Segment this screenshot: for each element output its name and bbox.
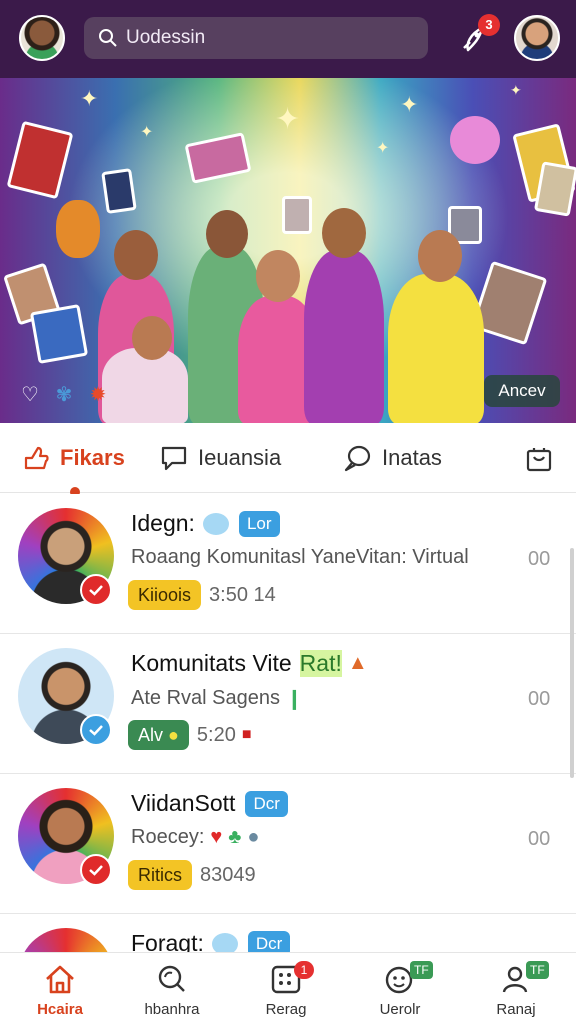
feed-meta: Alv ● 5:20 ■: [128, 720, 252, 750]
nav-label: Rerag: [265, 1001, 307, 1018]
sparkle-icon: ✦: [275, 103, 301, 136]
nav-badge: TF: [526, 961, 549, 979]
search-input[interactable]: Uodessin: [84, 17, 428, 59]
feed-item[interactable]: Idegn: Lor Roaang Komunitasl YaneVitan: …: [0, 494, 576, 634]
nav-badge: 1: [294, 961, 314, 979]
nav-label: Hcaira: [37, 1001, 83, 1018]
feed-item[interactable]: ViidanSott Dcr Roecey: ♥ ♣ ● 00 Ritics 8…: [0, 774, 576, 914]
tab-label: Ieuansia: [198, 445, 282, 470]
timestamp: 3:50 14: [209, 583, 276, 606]
feed-meta: Ritics 83049: [128, 860, 256, 890]
person-head: [418, 230, 462, 282]
gift-icon: ■: [241, 726, 252, 743]
sparkle-icon: ✦: [400, 92, 419, 117]
search-icon: [158, 965, 185, 992]
sparkle-icon: ✦: [140, 124, 154, 141]
hand-icon: [24, 446, 49, 470]
scrollbar[interactable]: [570, 548, 574, 778]
person-head: [132, 316, 172, 360]
person-head: [206, 210, 248, 258]
feed-item[interactable]: Komunitats Vite Rat! ▲ Ate Rval Sagens ❙…: [0, 634, 576, 774]
chat-bubble-icon: [161, 446, 187, 471]
feed-subtitle: Ate Rval Sagens ❙: [131, 687, 303, 710]
person-head: [256, 250, 300, 302]
nav-label: Uerolr: [379, 1001, 421, 1018]
timestamp: 83049: [200, 863, 256, 886]
balloon-toy: [450, 116, 500, 164]
floating-card: [29, 304, 89, 364]
face-emoji-icon: ●: [247, 826, 260, 848]
status-badge: Lor: [238, 510, 280, 537]
home-icon: [46, 965, 74, 994]
category-pill[interactable]: Ritics: [128, 860, 192, 890]
hero-reaction-icons: ♡ ✾ ✹: [16, 380, 112, 408]
tab-bar: Fikars Ieuansia Inatas: [0, 423, 576, 497]
feed-count: 00: [528, 828, 551, 850]
profile-avatar[interactable]: [19, 15, 65, 61]
feed-title: Komunitats Vite Rat! ▲: [131, 650, 368, 677]
floating-card: [533, 161, 576, 217]
nav-item-home[interactable]: Hcaira: [10, 959, 110, 1021]
search-text: Uodessin: [126, 27, 206, 48]
tab-ieuansia[interactable]: Ieuansia: [160, 441, 281, 475]
nav-label: Ranaj: [496, 1001, 536, 1018]
floating-card: [184, 132, 252, 184]
category-pill[interactable]: Kiioois: [128, 580, 202, 610]
notification-badge: 3: [478, 14, 500, 36]
tab-label: Fikars: [60, 445, 125, 470]
bottom-nav: Hcaira hbanhra Rerag 1 Uerolr TF Ranaj T…: [0, 952, 576, 1024]
nav-item-user[interactable]: Ranaj TF: [466, 959, 566, 1021]
verified-check-icon: [80, 574, 112, 606]
person-head: [322, 208, 366, 258]
status-badge: Dcr: [245, 790, 288, 817]
nav-item-face[interactable]: Uerolr TF: [350, 959, 450, 1021]
timestamp: 5:20: [196, 723, 236, 746]
nav-label: hbanhra: [144, 1001, 200, 1018]
tab-inatas[interactable]: Inatas: [342, 441, 442, 475]
feed-count: 00: [528, 688, 551, 710]
verified-check-icon: [80, 714, 112, 746]
flower-icon[interactable]: ✹: [84, 380, 112, 408]
highlight-text: Rat!: [299, 650, 342, 677]
heart-emoji-icon: ♥: [210, 826, 223, 848]
puzzle-icon[interactable]: ✾: [50, 380, 78, 408]
tab-fikars[interactable]: Fikars: [22, 441, 125, 475]
feed-title: Idegn: Lor: [131, 510, 280, 537]
leaf-emoji-icon: ❙: [285, 688, 303, 710]
verified-check-icon: [80, 854, 112, 886]
smile-icon: ●: [168, 725, 179, 745]
sparkle-icon: ✦: [80, 86, 99, 111]
person-head: [114, 230, 158, 280]
hero-action-button[interactable]: Ancev: [484, 375, 560, 407]
floating-card: [101, 168, 137, 214]
nav-item-search[interactable]: hbanhra: [122, 959, 222, 1021]
heart-outline-icon[interactable]: ♡: [16, 380, 44, 408]
tab-label: Inatas: [382, 445, 442, 470]
search-icon: [99, 29, 117, 47]
top-bar: Uodessin 3: [0, 0, 576, 78]
nav-item-grid[interactable]: Rerag 1: [236, 959, 336, 1021]
person-figure: [304, 250, 384, 423]
person-figure: [102, 348, 188, 423]
sparkle-icon: ✦: [376, 140, 390, 157]
bell-emoji-icon: ▲: [347, 652, 368, 674]
floating-card: [282, 196, 312, 234]
floating-card: [6, 120, 74, 200]
person-figure: [388, 274, 484, 423]
sprout-emoji-icon: ♣: [228, 826, 242, 848]
shopping-bag-icon[interactable]: [524, 443, 554, 473]
bubble-icon: [202, 512, 229, 535]
feed-subtitle: Roecey: ♥ ♣ ●: [131, 826, 260, 848]
account-avatar[interactable]: [514, 15, 560, 61]
hero-banner[interactable]: ✦ ✦ ✦ ✦ ✦ ✦ ♡ ✾ ✹ Ancev: [0, 78, 576, 423]
feed-title: ViidanSott Dcr: [131, 790, 288, 817]
feed-subtitle: Roaang Komunitasl YaneVitan: Virtual: [131, 546, 469, 568]
feed-meta: Kiioois 3:50 14: [128, 580, 276, 610]
speech-icon: [344, 445, 371, 472]
teddy-bear-toy: [56, 200, 100, 258]
category-pill[interactable]: Alv ●: [128, 720, 189, 750]
feed-count: 00: [528, 548, 551, 570]
sparkle-icon: ✦: [510, 82, 522, 98]
nav-badge: TF: [410, 961, 433, 979]
